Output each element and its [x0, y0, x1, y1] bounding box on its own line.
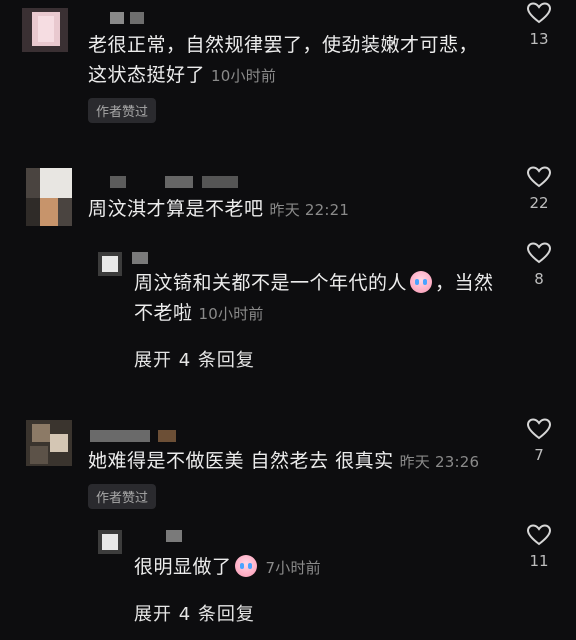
avatar[interactable]	[22, 8, 68, 52]
reply-text: 很明显做了 7小时前	[134, 555, 321, 578]
avatar[interactable]	[26, 420, 72, 466]
reply-time: 10小时前	[198, 305, 264, 323]
like-count: 11	[529, 552, 549, 570]
avatar[interactable]	[26, 168, 72, 226]
comment-time: 昨天 22:21	[269, 201, 350, 219]
comment-time: 昨天 23:26	[399, 453, 480, 471]
avatar[interactable]	[98, 530, 122, 554]
username-blurred[interactable]	[110, 176, 240, 188]
like-button[interactable]: 13	[519, 2, 559, 48]
like-count: 7	[534, 446, 544, 464]
author-liked-badge: 作者赞过	[88, 98, 157, 123]
crying-laughing-emoji-icon	[234, 555, 257, 577]
comment-time: 10小时前	[211, 67, 277, 85]
author-liked-badge: 作者赞过	[88, 484, 157, 509]
comment-screen: 老很正常，自然规律罢了，使劲装嫩才可悲， 这状态挺好了 10小时前 作者赞过 13…	[0, 0, 576, 640]
like-count: 8	[534, 270, 544, 288]
username-blurred[interactable]	[132, 252, 152, 264]
avatar[interactable]	[98, 252, 122, 276]
like-button[interactable]: 11	[519, 524, 559, 570]
heart-outline-icon	[519, 418, 559, 440]
username-blurred[interactable]	[90, 430, 180, 442]
reply-time: 7小时前	[265, 559, 321, 577]
comment-text: 老很正常，自然规律罢了，使劲装嫩才可悲， 这状态挺好了 10小时前	[88, 34, 479, 86]
comment-text: 周汶淇才算是不老吧 昨天 22:21	[88, 198, 350, 220]
like-button[interactable]: 8	[519, 242, 559, 288]
heart-outline-icon	[519, 242, 559, 264]
like-button[interactable]: 22	[519, 166, 559, 212]
heart-outline-icon	[519, 524, 559, 546]
heart-outline-icon	[519, 166, 559, 188]
like-button[interactable]: 7	[519, 418, 559, 464]
like-count: 22	[529, 194, 549, 212]
comment-text: 她难得是不做医美 自然老去 很真实 昨天 23:26	[88, 450, 480, 472]
expand-replies-button[interactable]: 展开 4 条回复	[134, 600, 255, 626]
username-blurred[interactable]	[166, 530, 186, 542]
reply-text: 周汶锜和关都不是一个年代的人 ，当然 不老啦 10小时前	[134, 271, 494, 324]
like-count: 13	[529, 30, 549, 48]
heart-outline-icon	[519, 2, 559, 24]
expand-replies-button[interactable]: 展开 4 条回复	[134, 346, 255, 372]
username-blurred[interactable]	[110, 12, 150, 24]
crying-laughing-emoji-icon	[410, 271, 433, 293]
